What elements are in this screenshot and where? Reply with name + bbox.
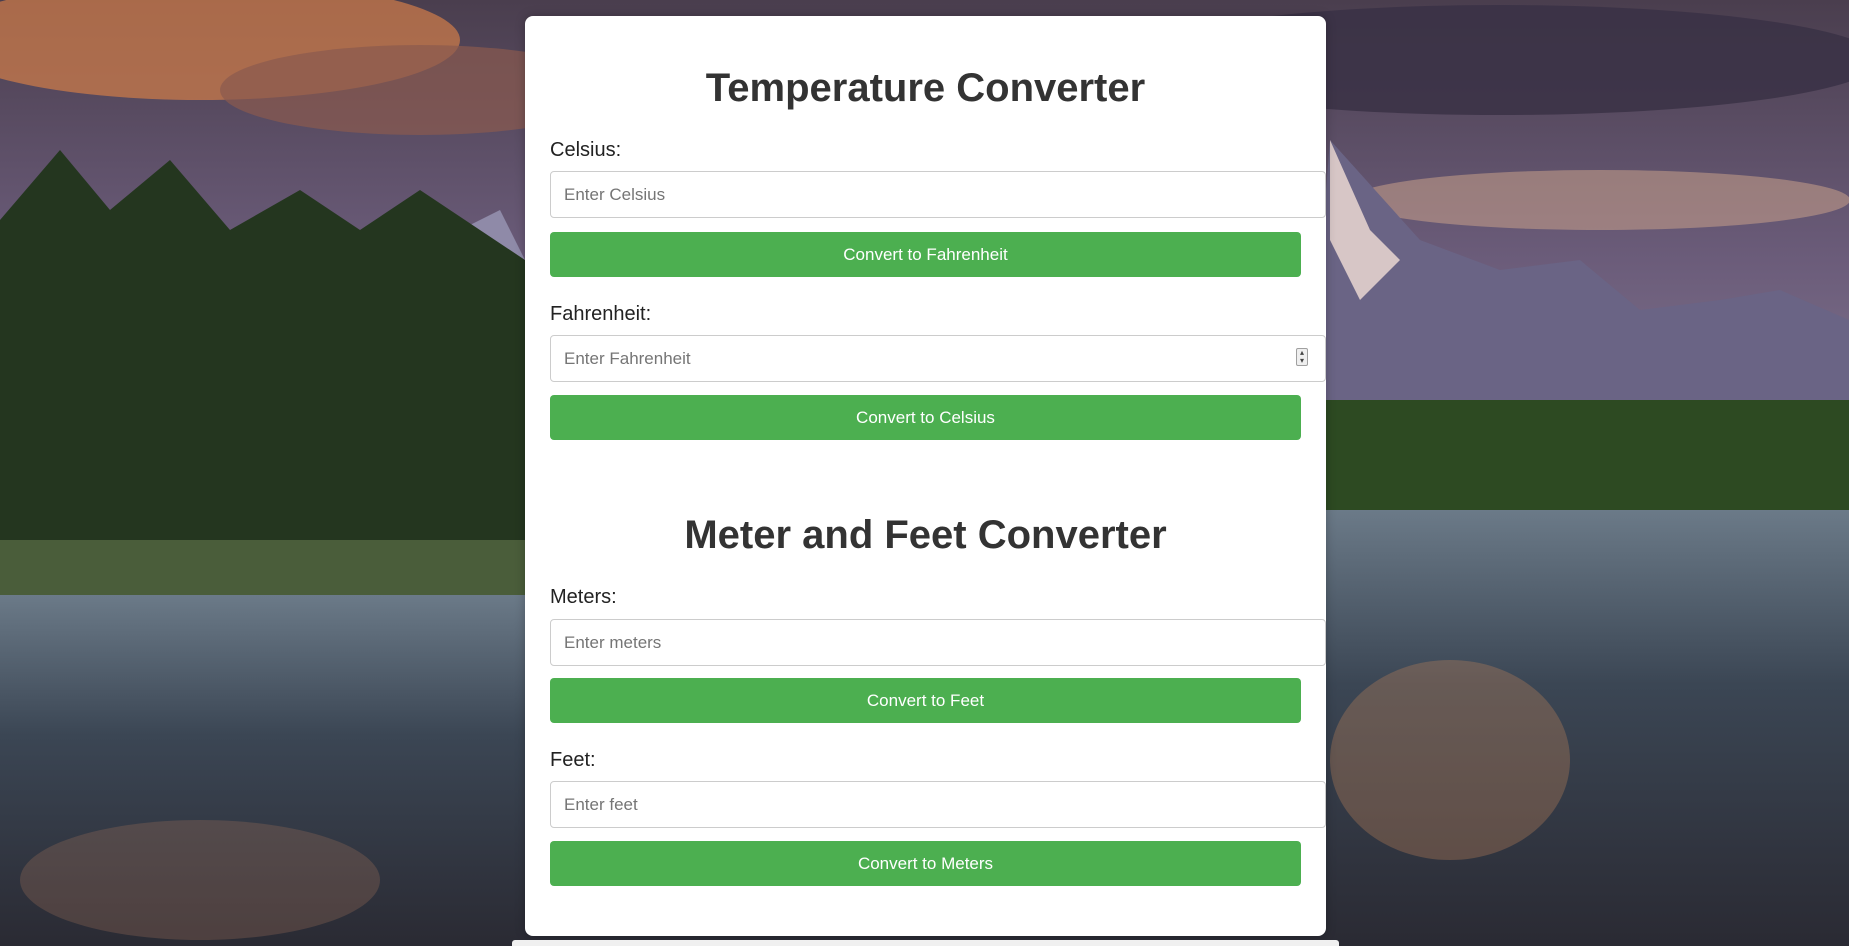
meter-feet-converter-title: Meter and Feet Converter [684, 513, 1167, 557]
convert-to-meters-button[interactable]: Convert to Meters [550, 841, 1301, 886]
convert-to-feet-button[interactable]: Convert to Feet [550, 678, 1301, 723]
convert-to-fahrenheit-button[interactable]: Convert to Fahrenheit [550, 232, 1301, 277]
fahrenheit-label: Fahrenheit: [550, 303, 652, 325]
meters-label: Meters: [550, 586, 617, 608]
next-card-edge [512, 940, 1339, 946]
feet-label: Feet: [550, 749, 596, 771]
celsius-input[interactable] [550, 171, 1326, 218]
feet-input[interactable] [550, 781, 1326, 828]
celsius-label: Celsius: [550, 139, 622, 161]
spinner-arrows-icon[interactable]: ▴ ▾ [1296, 348, 1308, 366]
convert-to-celsius-button[interactable]: Convert to Celsius [550, 395, 1301, 440]
fahrenheit-input[interactable] [550, 335, 1326, 382]
temperature-converter-title: Temperature Converter [705, 66, 1146, 110]
converter-card: Temperature Converter Celsius: Convert t… [525, 16, 1326, 936]
meters-input[interactable] [550, 619, 1326, 666]
